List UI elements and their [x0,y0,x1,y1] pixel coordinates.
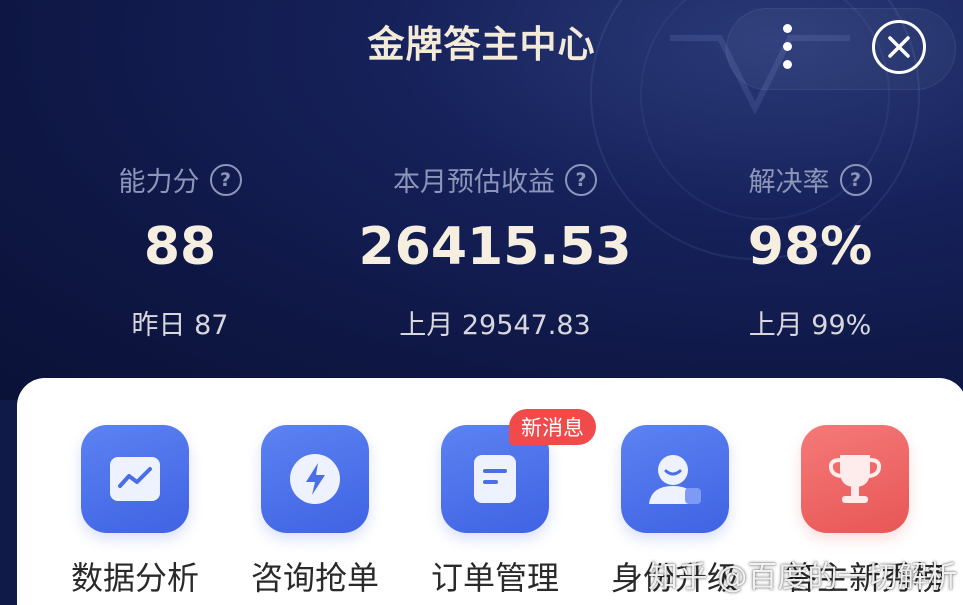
close-button[interactable] [872,20,926,74]
more-dot-icon [782,59,792,69]
stat-label: 解决率 [748,167,830,198]
close-icon [888,36,910,58]
more-dot-icon [782,41,792,51]
lightning-icon [290,454,340,504]
tool-label: 订单管理 [430,559,559,597]
stat-ability-score: 能力分 ? 88 昨日 87 [80,160,280,342]
new-message-badge: 新消息 [509,409,596,445]
stat-label: 本月预估收益 [393,167,555,198]
document-icon [474,455,516,503]
person-icon [649,455,701,504]
tool-order-management[interactable]: 订单管理 [425,425,565,599]
stat-resolution-rate: 解决率 ? 98% 上月 99% [700,160,920,342]
more-dot-icon [782,23,792,33]
stat-monthly-income: 本月预估收益 ? 26415.53 上月 29547.83 [350,160,640,342]
chart-icon [110,457,160,501]
stat-previous: 上月 29547.83 [399,310,591,341]
more-menu-button[interactable] [764,20,810,72]
tool-data-analysis[interactable]: 数据分析 [65,425,205,599]
stat-value: 98% [747,217,873,277]
trophy-icon [828,455,882,503]
stat-value: 26415.53 [358,217,632,277]
watermark: 知乎 @百度的一切解析 [648,560,958,595]
stat-previous: 上月 99% [748,310,872,341]
hero-header: 金牌答主中心 能力分 ? 88 昨日 87 本月预估收益 ? 26415.53 … [0,0,963,400]
stat-previous: 昨日 87 [131,310,229,341]
help-icon[interactable]: ? [209,163,242,196]
tool-consult-grab[interactable]: 咨询抢单 [245,425,385,599]
tool-label: 数据分析 [70,559,199,597]
tool-label: 咨询抢单 [250,559,379,597]
help-icon[interactable]: ? [839,163,872,196]
stat-value: 88 [143,217,217,277]
help-icon[interactable]: ? [565,163,597,196]
stat-label: 能力分 [118,167,200,198]
